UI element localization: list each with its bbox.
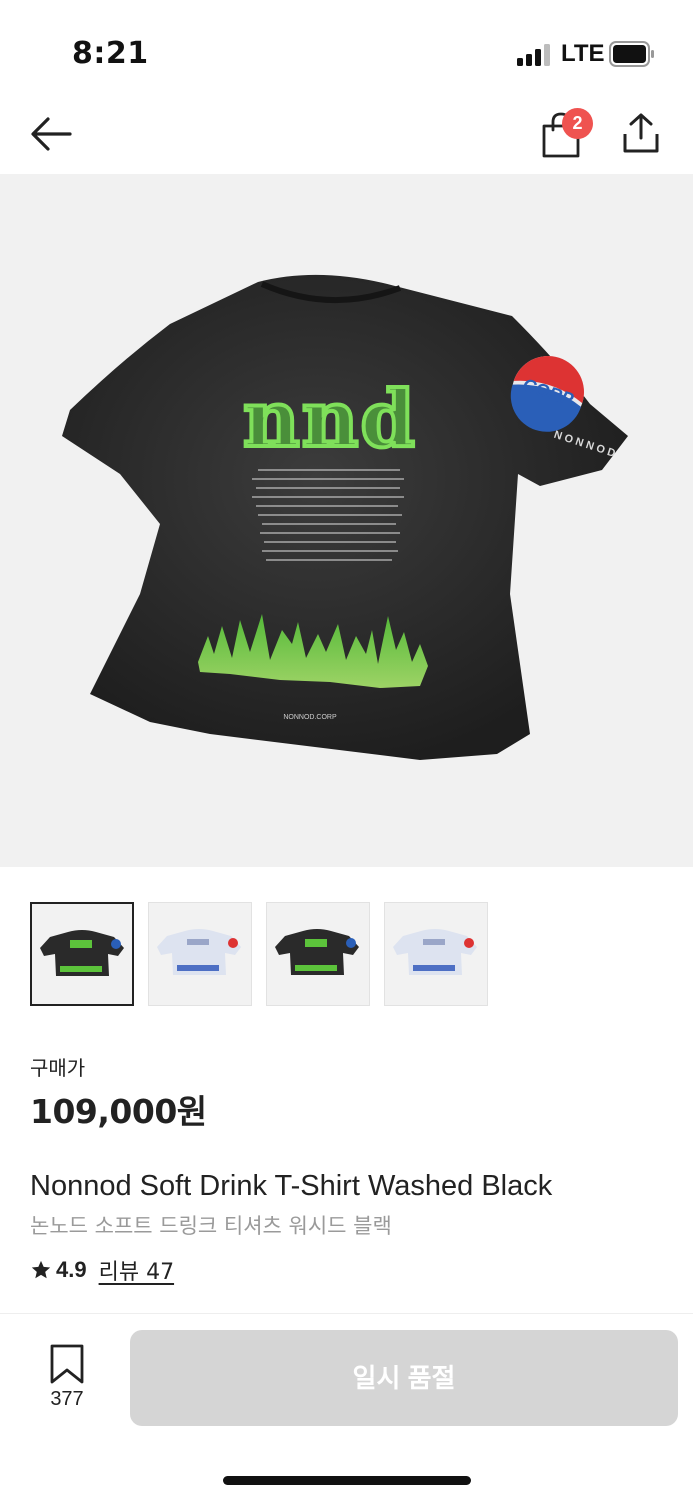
product-name-en: Nonnod Soft Drink T-Shirt Washed Black [30,1170,553,1202]
share-icon[interactable] [622,112,660,154]
star-icon [31,1260,51,1279]
shirt-hem-tag: NONNOD.CORP [283,714,337,721]
battery-icon [609,41,654,67]
thumbnail-strip [30,902,670,1008]
signal-icon [517,44,551,66]
cart-count-badge: 2 [562,108,593,139]
thumbnail-1[interactable] [30,902,134,1006]
home-indicator [223,1476,471,1485]
status-bar: 8:21 LTE [0,0,693,100]
bottom-action-bar: 377 일시 품절 [0,1314,693,1500]
sold-out-button[interactable]: 일시 품절 [130,1330,678,1426]
thumbnail-4[interactable] [384,902,488,1006]
network-label: LTE [561,40,605,67]
top-navigation: 2 [0,100,693,174]
reviews-link[interactable]: 리뷰 47 [99,1254,174,1286]
bookmark-icon [50,1344,84,1384]
rating-score: 4.9 [56,1257,87,1282]
product-main-image[interactable]: CORP NONNOD nnd NONNOD.CORP [0,174,693,867]
thumbnail-2[interactable] [148,902,252,1006]
status-time: 8:21 [72,36,149,71]
thumbnail-3[interactable] [266,902,370,1006]
product-price: 109,000원 [30,1092,207,1131]
price-label: 구매가 [30,1056,86,1080]
tshirt-image: CORP NONNOD nnd NONNOD.CORP [62,274,628,760]
bookmark-button[interactable]: 377 [38,1344,96,1416]
product-rating: 4.9 리뷰 47 [30,1254,174,1286]
product-name-ko: 논노드 소프트 드링크 티셔츠 워시드 블랙 [30,1214,392,1238]
bookmark-count: 377 [50,1388,84,1410]
shirt-graphic-text: nnd [243,374,417,465]
back-arrow-icon[interactable] [28,112,74,156]
